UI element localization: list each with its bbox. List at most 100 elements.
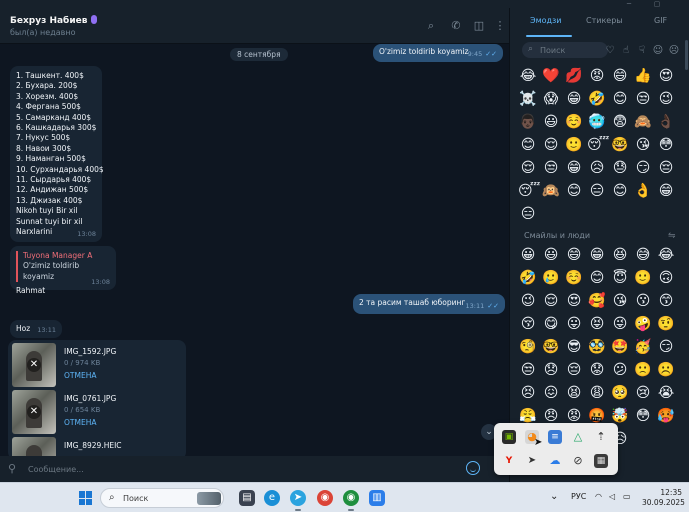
emoji-item[interactable]: 😞	[541, 360, 561, 380]
chrome-profile-icon[interactable]: ◉	[343, 490, 359, 511]
attach-icon[interactable]: ⚲	[8, 462, 16, 475]
emoji-item[interactable]: 😴	[518, 181, 540, 201]
emoji-item[interactable]: 😍	[656, 66, 676, 86]
emoji-item[interactable]: 😉	[518, 291, 538, 311]
emoji-item[interactable]: 😚	[518, 314, 538, 334]
wifi-icon[interactable]: ◠	[595, 492, 602, 501]
chrome-icon[interactable]: ◉	[317, 490, 333, 506]
emoji-item[interactable]: 👨🏿	[518, 112, 538, 132]
emoji-scrollbar[interactable]	[685, 40, 688, 70]
emoji-item[interactable]: 😄	[564, 245, 584, 265]
emoji-item[interactable]: 😜	[610, 314, 630, 334]
office-app-icon[interactable]: ▥	[369, 490, 385, 506]
yandex-icon[interactable]: Y	[502, 454, 516, 468]
edge-icon[interactable]: e	[264, 490, 280, 506]
emoji-item[interactable]: 😑	[518, 204, 538, 224]
file-item[interactable]: IMG_8929.HEIC	[12, 437, 182, 456]
thumbs-up-category-icon[interactable]: ☝	[620, 45, 632, 57]
emoji-item[interactable]: ☺️	[564, 112, 584, 132]
usb-icon[interactable]: ⇡	[594, 430, 608, 444]
message-input[interactable]	[28, 462, 448, 476]
laugh-category-icon[interactable]: ☺	[652, 45, 664, 57]
emoji-item[interactable]: 🥰	[587, 291, 607, 311]
emoji-item[interactable]: 👌🏿	[656, 112, 676, 132]
emoji-item[interactable]: 🤨	[656, 314, 676, 334]
cancel-button[interactable]: ОТМЕНА	[64, 418, 96, 427]
cloud-icon[interactable]: ☁	[548, 454, 562, 468]
battery-icon[interactable]: ▭	[623, 492, 631, 501]
telegram-app-icon[interactable]: ➤	[290, 490, 306, 511]
emoji-item[interactable]: ☺️	[564, 268, 584, 288]
sad-category-icon[interactable]: ☹	[668, 45, 680, 57]
emoji-item[interactable]: 🥸	[587, 337, 607, 357]
telegram-icon[interactable]: ➤	[525, 454, 539, 468]
emoji-item[interactable]: 🥳	[633, 337, 653, 357]
emoji-item[interactable]: 😄	[610, 66, 630, 86]
emoji-item[interactable]: 😃	[541, 112, 561, 132]
emoji-item[interactable]: 😊	[518, 135, 538, 155]
emoji-item[interactable]: 🙂	[633, 268, 653, 288]
emoji-item[interactable]: 😳	[656, 135, 676, 155]
emoji-item[interactable]: 😥	[587, 158, 607, 178]
emoji-item[interactable]: 😳	[633, 406, 653, 426]
cancel-download-icon[interactable]: ✕	[27, 405, 41, 419]
file-item[interactable]: ✕ IMG_1592.JPG 0 / 974 KB ОТМЕНА	[12, 343, 182, 387]
emoji-item[interactable]: 🙁	[633, 360, 653, 380]
emoji-item[interactable]: 😂	[518, 66, 538, 86]
section-settings-icon[interactable]: ⇋	[668, 231, 676, 241]
emoji-item[interactable]: 💋	[564, 66, 584, 86]
emoji-item[interactable]: 😴	[587, 135, 609, 155]
emoji-item[interactable]: 😎	[564, 337, 584, 357]
emoji-item[interactable]: ☠️	[518, 89, 538, 109]
emoji-item[interactable]: 🤣	[518, 268, 538, 288]
emoji-item[interactable]: 🤓	[541, 337, 561, 357]
drive-icon[interactable]: △	[571, 430, 585, 444]
emoji-item[interactable]: 😍	[564, 291, 584, 311]
emoji-item[interactable]: 😌	[518, 158, 538, 178]
stack-icon[interactable]: ≡	[548, 430, 562, 444]
emoji-toggle-icon[interactable]	[466, 461, 480, 475]
emoji-item[interactable]: 😑	[587, 181, 607, 201]
message-incoming[interactable]: Hoz 13:11	[10, 320, 62, 338]
emoji-item[interactable]: 😁	[656, 181, 676, 201]
emoji-item[interactable]: 😅	[633, 245, 653, 265]
emoji-search[interactable]: ⌕	[522, 42, 608, 58]
clock[interactable]: 12:35 30.09.2025	[642, 488, 685, 508]
task-view-icon[interactable]: ▤	[239, 490, 255, 506]
message-incoming-reply[interactable]: Tuyona Manager A O'zimiz toldirib koyami…	[10, 246, 116, 295]
file-thumbnail[interactable]: ✕	[12, 390, 56, 434]
emoji-item[interactable]: 😔	[656, 158, 676, 178]
phone-icon[interactable]: ✆	[450, 20, 462, 32]
emoji-item[interactable]: 🧐	[518, 337, 538, 357]
emoji-item[interactable]: 🥶	[587, 112, 607, 132]
emoji-item[interactable]: 🙉	[541, 181, 561, 201]
emoji-item[interactable]: 🥺	[610, 383, 630, 403]
emoji-item[interactable]: 😒	[541, 158, 561, 178]
emoji-item[interactable]: 😘	[633, 135, 653, 155]
emoji-item[interactable]: 😡	[587, 66, 607, 86]
contact-name[interactable]: Бехруз Набиев	[10, 16, 87, 26]
emoji-item[interactable]: 😖	[541, 383, 561, 403]
emoji-item[interactable]: 😃	[541, 245, 561, 265]
emoji-item[interactable]: 😢	[633, 383, 653, 403]
chat-name-row[interactable]: Бехруз Набиев	[10, 15, 98, 26]
emoji-item[interactable]: 😏	[633, 158, 653, 178]
emoji-item[interactable]: 😁	[564, 89, 584, 109]
emoji-item[interactable]: 😁	[564, 158, 584, 178]
emoji-item[interactable]: 🙈	[633, 112, 653, 132]
emoji-item[interactable]: 😛	[564, 314, 584, 334]
emoji-item[interactable]: 😊	[587, 268, 607, 288]
emoji-item[interactable]: 🙂	[564, 135, 584, 155]
taskbar-app-icon[interactable]: ▦	[594, 454, 608, 468]
tab-stickers[interactable]: Стикеры	[586, 16, 623, 25]
emoji-item[interactable]: 😉	[656, 89, 676, 109]
volume-icon[interactable]: ◁	[609, 492, 615, 501]
file-thumbnail[interactable]	[12, 437, 56, 456]
emoji-item[interactable]: 🤣	[587, 89, 607, 109]
chat-messages[interactable]: 8 сентября O'zimiz toldirib koyamiz 9:45…	[0, 44, 509, 456]
emoji-item[interactable]: 😝	[587, 314, 607, 334]
message-incoming-price-list[interactable]: 1. Ташкент. 400$ 2. Бухара. 200$ 3. Хорезм…	[10, 66, 104, 242]
emoji-item[interactable]: 🤩	[610, 337, 630, 357]
emoji-item[interactable]: 😘	[610, 291, 630, 311]
emoji-item[interactable]: 🥲	[541, 268, 561, 288]
